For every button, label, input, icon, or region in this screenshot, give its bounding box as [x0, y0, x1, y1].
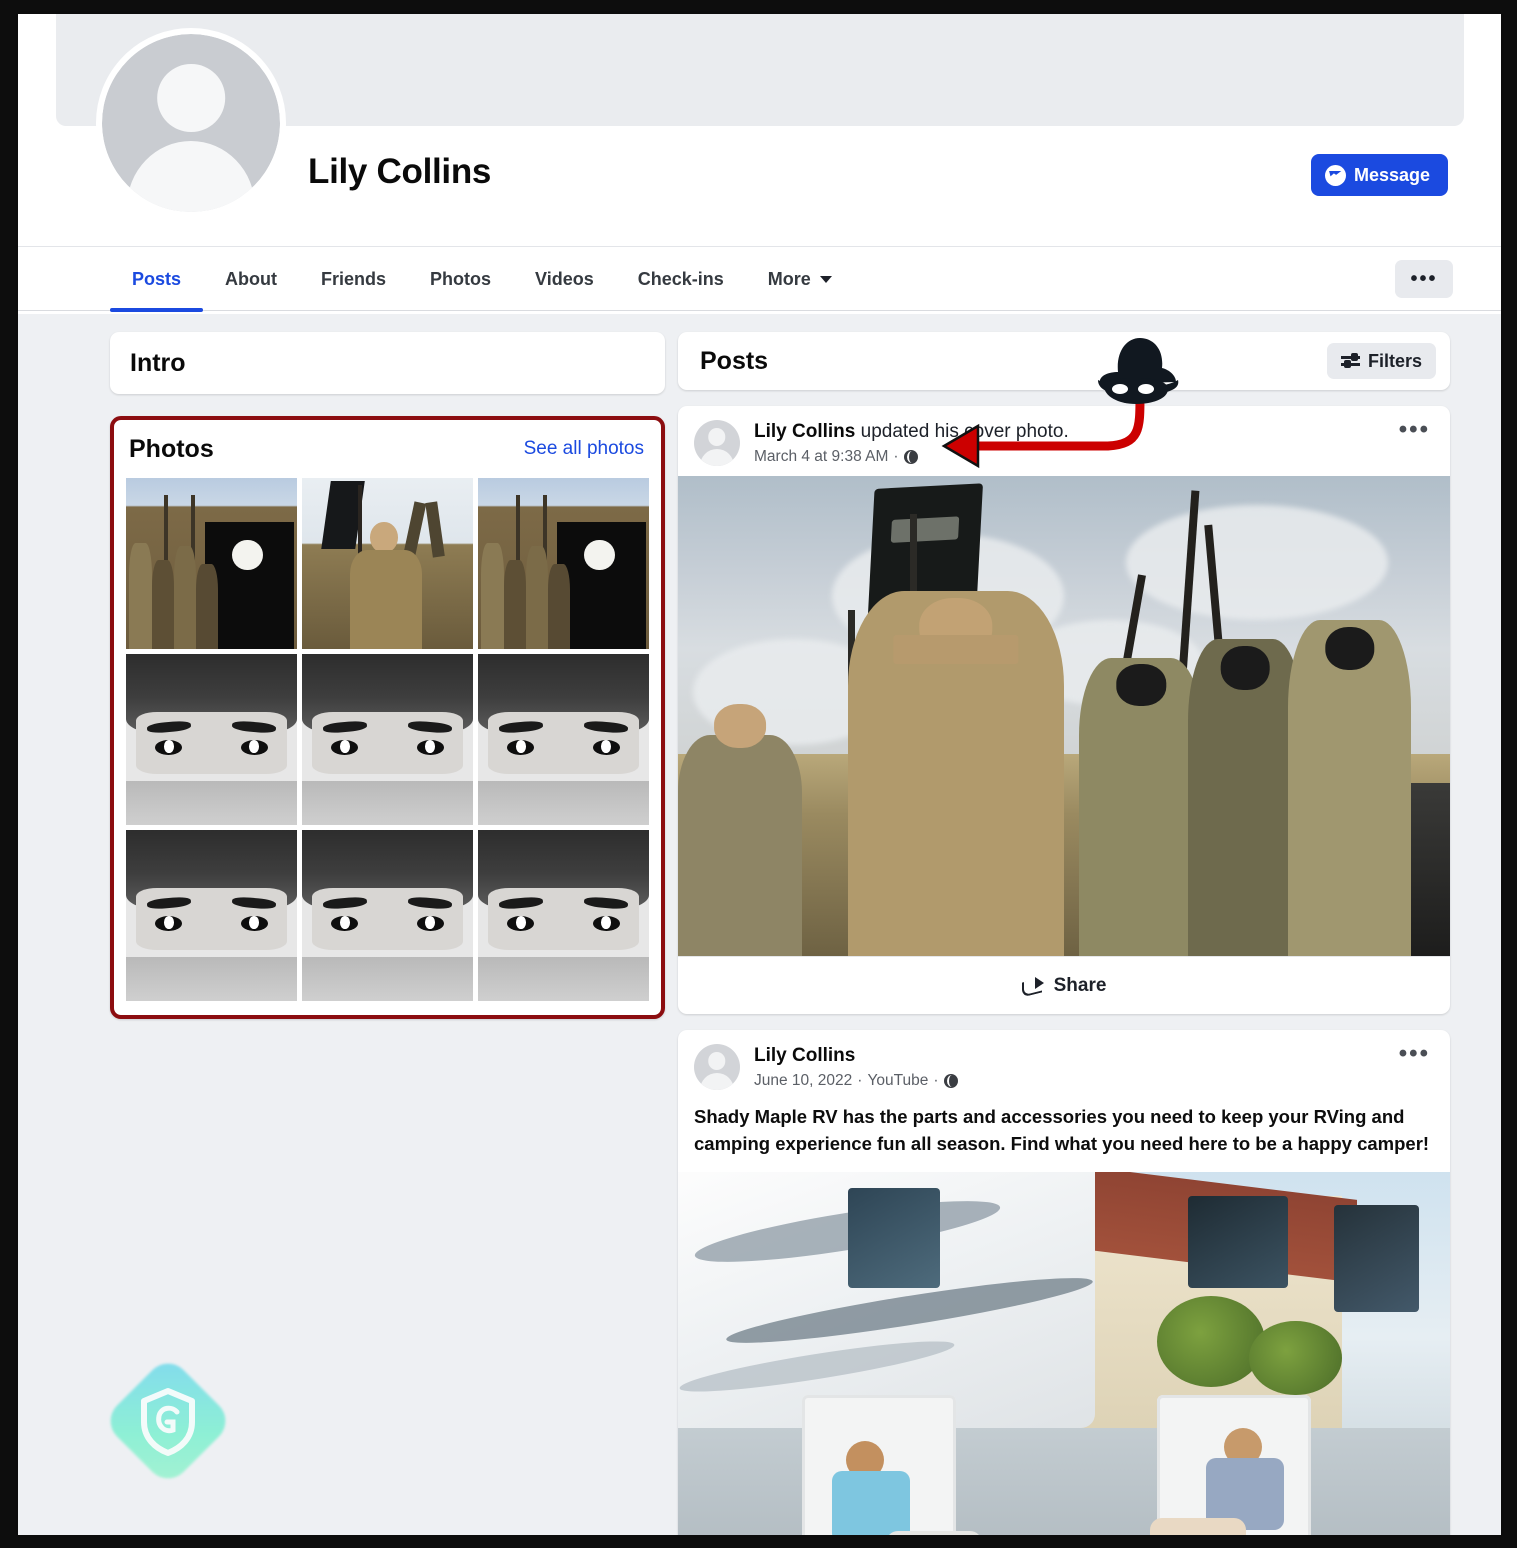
- post-image[interactable]: [678, 1171, 1450, 1535]
- profile-tab-bar: Posts About Friends Photos Videos Check-…: [18, 246, 1501, 312]
- separator-dot: ·: [893, 448, 899, 465]
- intro-card: Intro: [110, 332, 665, 394]
- profile-overflow-menu-button[interactable]: •••: [1395, 260, 1453, 298]
- shield-g-logo-icon: [141, 1388, 195, 1456]
- share-label: Share: [1053, 974, 1107, 996]
- post-body-text: Shady Maple RV has the parts and accesso…: [694, 1106, 1430, 1154]
- avatar-placeholder-icon: [102, 34, 280, 212]
- post-author-name[interactable]: Lily Collins: [754, 1045, 855, 1066]
- photos-title: Photos: [129, 434, 214, 463]
- tab-friends[interactable]: Friends: [299, 247, 408, 312]
- post-subline: June 10, 2022 · YouTube ·: [754, 1072, 958, 1090]
- post-source: YouTube: [867, 1072, 929, 1089]
- post-subline: March 4 at 9:38 AM ·: [754, 448, 1069, 466]
- tab-label: Posts: [132, 269, 182, 289]
- intro-title: Intro: [130, 348, 186, 377]
- right-column: Posts Filters Lily Collins updated his c…: [678, 332, 1450, 1535]
- message-button[interactable]: Message: [1310, 154, 1448, 196]
- left-column: Intro Photos See all photos: [110, 332, 665, 1019]
- post-timestamp[interactable]: June 10, 2022: [754, 1072, 852, 1090]
- posts-header-card: Posts Filters: [678, 332, 1450, 390]
- photo-thumbnail[interactable]: [478, 478, 649, 649]
- post-author-line: Lily Collins: [754, 1045, 958, 1067]
- sliders-icon: [1340, 353, 1360, 368]
- filters-button[interactable]: Filters: [1326, 343, 1436, 379]
- post-author-name[interactable]: Lily Collins: [754, 421, 855, 442]
- chevron-down-icon: [819, 276, 832, 283]
- separator-dot: ·: [933, 1072, 939, 1089]
- globe-icon: [943, 1074, 958, 1088]
- tab-label: About: [225, 269, 278, 289]
- screenshot-frame: Lily Collins Message Posts About Friends…: [0, 0, 1517, 1548]
- share-button[interactable]: Share: [678, 956, 1450, 1014]
- see-all-photos-link[interactable]: See all photos: [524, 438, 644, 460]
- post-meta: Lily Collins updated his cover photo. Ma…: [754, 420, 1069, 466]
- post-card: Lily Collins updated his cover photo. Ma…: [678, 406, 1450, 1014]
- photo-thumbnail[interactable]: [478, 830, 649, 1001]
- share-arrow-icon: [1022, 976, 1044, 995]
- photo-thumbnail[interactable]: [302, 830, 473, 1001]
- watermark-logo: [101, 1354, 235, 1488]
- photo-thumbnail[interactable]: [126, 830, 297, 1001]
- post-action-text: updated his cover photo.: [855, 421, 1069, 442]
- photos-card-header: Photos See all photos: [114, 420, 661, 478]
- photos-card: Photos See all photos: [110, 416, 665, 1019]
- facebook-profile-page: Lily Collins Message Posts About Friends…: [18, 14, 1501, 1535]
- message-button-label: Message: [1353, 164, 1430, 185]
- tab-posts[interactable]: Posts: [110, 247, 204, 312]
- avatar[interactable]: [694, 420, 740, 466]
- tab-label: Check-ins: [637, 269, 724, 289]
- tab-about[interactable]: About: [203, 247, 299, 312]
- post-meta: Lily Collins June 10, 2022 · YouTube ·: [754, 1044, 958, 1090]
- post-card: Lily Collins June 10, 2022 · YouTube · •…: [678, 1030, 1450, 1535]
- tab-check-ins[interactable]: Check-ins: [616, 247, 746, 312]
- tab-label: Videos: [535, 269, 594, 289]
- tab-label: Photos: [430, 269, 492, 289]
- profile-avatar[interactable]: [96, 28, 286, 218]
- post-author-line: Lily Collins updated his cover photo.: [754, 421, 1069, 443]
- tab-label: Friends: [321, 269, 387, 289]
- avatar[interactable]: [694, 1044, 740, 1090]
- filters-button-label: Filters: [1367, 350, 1422, 371]
- post-more-options-button[interactable]: •••: [1399, 1042, 1430, 1066]
- photo-thumbnail-grid: [114, 478, 661, 1015]
- post-header: Lily Collins updated his cover photo. Ma…: [678, 406, 1450, 476]
- photo-thumbnail[interactable]: [302, 654, 473, 825]
- photo-thumbnail[interactable]: [126, 654, 297, 825]
- photo-thumbnail[interactable]: [478, 654, 649, 825]
- profile-tabs: Posts About Friends Photos Videos Check-…: [110, 247, 854, 312]
- profile-body: Intro Photos See all photos Posts Filter…: [18, 314, 1501, 1535]
- tab-videos[interactable]: Videos: [513, 247, 616, 312]
- tab-photos[interactable]: Photos: [408, 247, 513, 312]
- tab-label: More: [767, 269, 811, 289]
- separator-dot: ·: [857, 1072, 863, 1089]
- tab-more[interactable]: More: [746, 247, 854, 312]
- posts-title: Posts: [700, 346, 769, 375]
- post-more-options-button[interactable]: •••: [1399, 418, 1430, 442]
- post-image[interactable]: [678, 476, 1450, 956]
- photo-thumbnail[interactable]: [302, 478, 473, 649]
- avatar-head-shape: [157, 64, 225, 132]
- post-timestamp[interactable]: March 4 at 9:38 AM: [754, 448, 888, 466]
- page-title: Lily Collins: [308, 152, 492, 191]
- avatar-body-shape: [126, 140, 256, 212]
- photo-thumbnail[interactable]: [126, 478, 297, 649]
- post-header: Lily Collins June 10, 2022 · YouTube · •…: [678, 1030, 1450, 1100]
- globe-icon: [903, 450, 918, 464]
- messenger-icon: [1324, 164, 1346, 186]
